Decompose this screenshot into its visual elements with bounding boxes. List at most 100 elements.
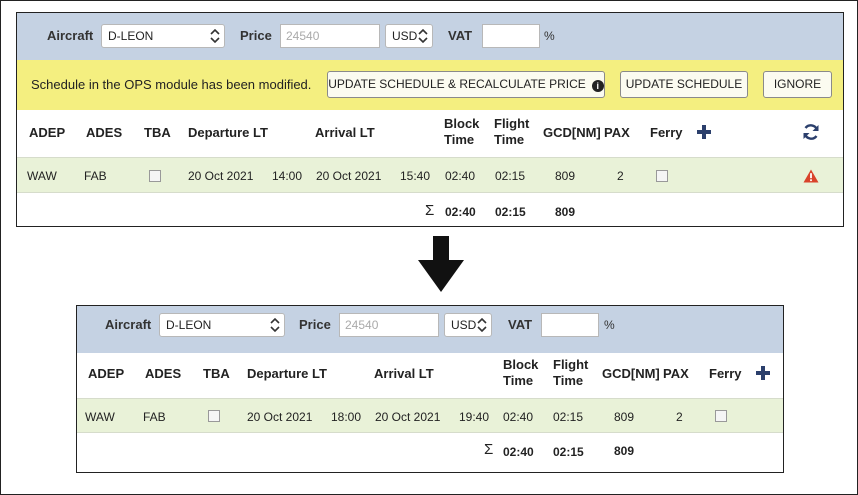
currency-select[interactable]: USD xyxy=(444,313,492,337)
update-recalc-label: UPDATE SCHEDULE & RECALCULATE PRICE xyxy=(328,77,586,91)
column-flight-line1: Flight xyxy=(553,357,589,372)
aircraft-label: Aircraft xyxy=(105,317,152,332)
column-flight-line1: Flight xyxy=(494,116,530,131)
quote-header-bar: Aircraft D-LEON Price 24540 USD VAT % xyxy=(77,306,783,353)
column-ades: ADES xyxy=(86,125,123,140)
total-gcd: 809 xyxy=(614,444,635,458)
currency-select[interactable]: USD xyxy=(385,24,433,48)
column-pax: PAX xyxy=(604,125,630,140)
cell-flight-time: 02:15 xyxy=(495,169,526,183)
aircraft-label: Aircraft xyxy=(47,28,94,43)
cell-arrival-time: 19:40 xyxy=(459,410,490,424)
ferry-checkbox[interactable] xyxy=(656,170,668,182)
sigma-symbol: Σ xyxy=(484,441,494,458)
cell-arrival-date: 20 Oct 2021 xyxy=(316,169,382,183)
cell-arrival-date: 20 Oct 2021 xyxy=(375,410,441,424)
sigma-symbol: Σ xyxy=(425,202,435,219)
column-flight-line2: Time xyxy=(553,373,584,388)
total-flight-time: 02:15 xyxy=(495,205,526,219)
cell-ades: FAB xyxy=(143,410,166,424)
chevron-updown-icon xyxy=(210,29,220,43)
quote-panel-after: Aircraft D-LEON Price 24540 USD VAT % AD… xyxy=(76,305,784,473)
price-label: Price xyxy=(240,28,272,43)
vat-percent-sign: % xyxy=(544,29,555,43)
quote-panel-before: Aircraft D-LEON Price 24540 USD VAT % Sc… xyxy=(16,12,844,227)
vat-label: VAT xyxy=(448,28,473,43)
column-ferry: Ferry xyxy=(650,125,683,140)
refresh-icon[interactable] xyxy=(802,123,820,141)
ignore-button[interactable]: IGNORE xyxy=(763,71,832,98)
column-adep: ADEP xyxy=(29,125,66,140)
column-flight-time: Flight Time xyxy=(553,357,588,389)
cell-ades: FAB xyxy=(84,169,107,183)
column-flight-line2: Time xyxy=(494,132,525,147)
cell-departure-date: 20 Oct 2021 xyxy=(247,410,313,424)
column-tba: TBA xyxy=(203,366,230,381)
price-input[interactable]: 24540 xyxy=(280,24,380,48)
plus-icon[interactable] xyxy=(697,125,711,139)
column-arrival: Arrival LT xyxy=(374,366,434,381)
total-block-time: 02:40 xyxy=(445,205,476,219)
vat-input[interactable] xyxy=(541,313,599,337)
currency-select-value: USD xyxy=(392,29,418,43)
quote-header-bar: Aircraft D-LEON Price 24540 USD VAT % xyxy=(17,13,843,60)
table-row[interactable]: WAW FAB 20 Oct 2021 18:00 20 Oct 2021 19… xyxy=(77,398,783,433)
column-departure: Departure LT xyxy=(188,125,268,140)
chevron-updown-icon xyxy=(270,318,280,332)
notice-text: Schedule in the OPS module has been modi… xyxy=(31,77,312,92)
column-flight-time: Flight Time xyxy=(494,116,529,148)
column-tba: TBA xyxy=(144,125,171,140)
cell-arrival-time: 15:40 xyxy=(400,169,431,183)
cell-block-time: 02:40 xyxy=(445,169,476,183)
ferry-checkbox[interactable] xyxy=(715,410,727,422)
aircraft-select-value: D-LEON xyxy=(108,29,154,43)
cell-pax: 2 xyxy=(676,410,683,424)
aircraft-select[interactable]: D-LEON xyxy=(101,24,225,48)
update-schedule-button[interactable]: UPDATE SCHEDULE xyxy=(620,71,748,98)
chevron-updown-icon xyxy=(418,29,428,43)
column-arrival: Arrival LT xyxy=(315,125,375,140)
cell-adep: WAW xyxy=(85,410,115,424)
tba-checkbox[interactable] xyxy=(208,410,220,422)
table-row[interactable]: WAW FAB 20 Oct 2021 14:00 20 Oct 2021 15… xyxy=(17,157,843,193)
cell-departure-time: 18:00 xyxy=(331,410,362,424)
total-flight-time: 02:15 xyxy=(553,445,584,459)
vat-label: VAT xyxy=(508,317,533,332)
cell-gcd: 809 xyxy=(555,169,576,183)
cell-gcd: 809 xyxy=(614,410,635,424)
chevron-updown-icon xyxy=(477,318,487,332)
vat-percent-sign: % xyxy=(604,318,615,332)
cell-adep: WAW xyxy=(27,169,57,183)
update-schedule-recalculate-button[interactable]: UPDATE SCHEDULE & RECALCULATE PRICE i xyxy=(327,71,605,98)
column-block-line1: Block xyxy=(503,357,539,372)
plus-icon[interactable] xyxy=(756,366,770,380)
total-block-time: 02:40 xyxy=(503,445,534,459)
arrow-down-icon xyxy=(418,236,464,292)
info-icon: i xyxy=(591,80,604,92)
cell-flight-time: 02:15 xyxy=(553,410,584,424)
currency-select-value: USD xyxy=(451,318,477,332)
column-block-time: Block Time xyxy=(503,357,538,389)
aircraft-select[interactable]: D-LEON xyxy=(159,313,285,337)
column-block-time: Block Time xyxy=(444,116,479,148)
cell-pax: 2 xyxy=(617,169,624,183)
column-block-line1: Block xyxy=(444,116,480,131)
column-pax: PAX xyxy=(663,366,689,381)
cell-departure-date: 20 Oct 2021 xyxy=(188,169,254,183)
vat-input[interactable] xyxy=(482,24,540,48)
cell-departure-time: 14:00 xyxy=(272,169,303,183)
column-ferry: Ferry xyxy=(709,366,742,381)
price-label: Price xyxy=(299,317,331,332)
total-gcd: 809 xyxy=(555,205,576,219)
column-adep: ADEP xyxy=(88,366,125,381)
tba-checkbox[interactable] xyxy=(149,170,161,182)
warning-icon[interactable] xyxy=(803,169,819,183)
column-gcd: GCD[NM] xyxy=(543,125,601,140)
column-gcd: GCD[NM] xyxy=(602,366,660,381)
cell-block-time: 02:40 xyxy=(503,410,534,424)
price-input[interactable]: 24540 xyxy=(339,313,439,337)
column-block-line2: Time xyxy=(503,373,534,388)
schedule-modified-notice: Schedule in the OPS module has been modi… xyxy=(17,60,843,110)
column-block-line2: Time xyxy=(444,132,475,147)
aircraft-select-value: D-LEON xyxy=(166,318,212,332)
